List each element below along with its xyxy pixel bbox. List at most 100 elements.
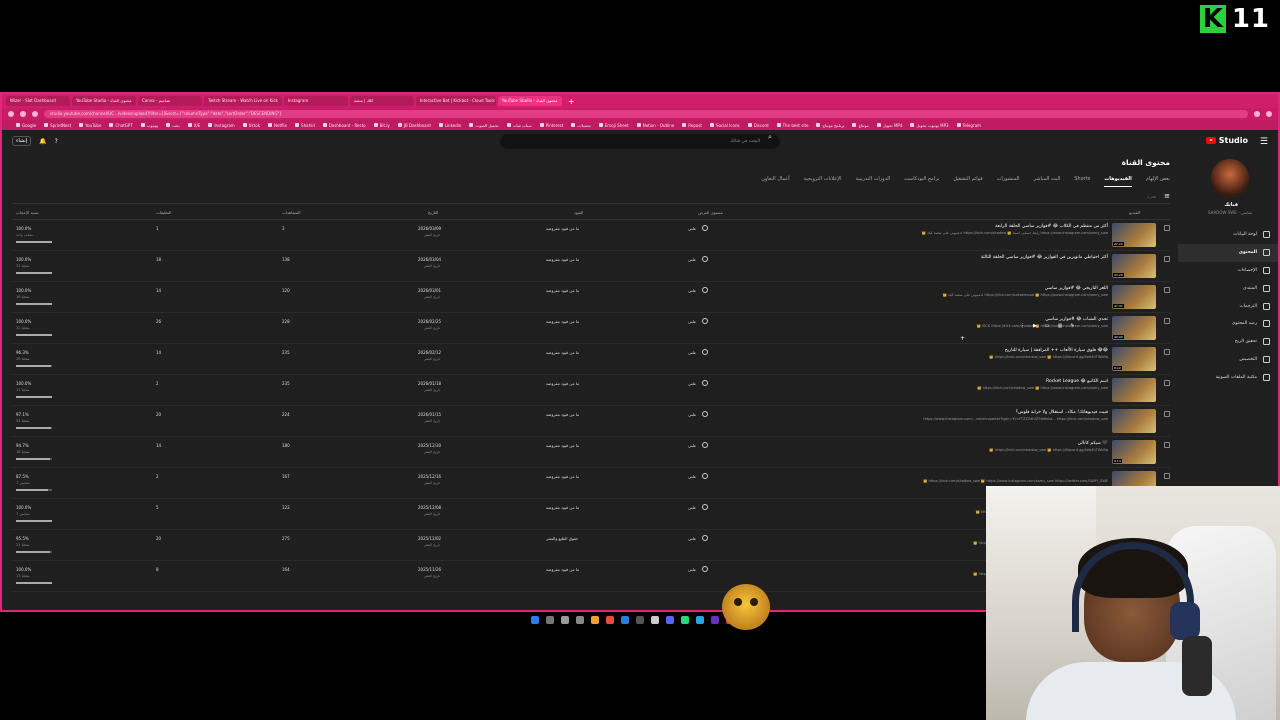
- visibility-value[interactable]: علني: [688, 288, 696, 293]
- comments-value[interactable]: 2: [156, 474, 159, 479]
- bookmark-item[interactable]: تحويل MP4: [876, 123, 902, 128]
- app-icon[interactable]: [711, 616, 719, 624]
- visibility-value[interactable]: علني: [688, 443, 696, 448]
- visibility-value[interactable]: علني: [688, 257, 696, 262]
- browser-tab[interactable]: Canva - تصاميم: [138, 96, 202, 106]
- content-tab[interactable]: قوائم التشغيل: [953, 176, 982, 187]
- search-taskbar-icon[interactable]: [546, 616, 554, 624]
- row-checkbox[interactable]: [1164, 256, 1170, 262]
- windows-start-icon[interactable]: [531, 616, 539, 624]
- sidebar-item[interactable]: الإحصاءات: [1178, 262, 1278, 280]
- create-button[interactable]: إنشاء: [12, 136, 32, 146]
- obs-icon[interactable]: [681, 616, 689, 624]
- row-checkbox[interactable]: [1164, 225, 1170, 231]
- comments-value[interactable]: 14: [156, 443, 161, 448]
- bookmark-item[interactable]: The best site: [776, 123, 808, 128]
- browser-tab[interactable]: YouTube Studio - محتوى القناة: [497, 96, 562, 106]
- notifications-icon[interactable]: 🔔: [39, 138, 46, 145]
- video-thumbnail[interactable]: [1112, 409, 1156, 433]
- app-icon[interactable]: [606, 616, 614, 624]
- bookmark-star-icon[interactable]: [1254, 111, 1260, 117]
- studio-logo[interactable]: Studio: [1205, 136, 1248, 145]
- bookmark-item[interactable]: برنامج مونتاج: [816, 123, 844, 128]
- sidebar-item[interactable]: رصد المحتوى: [1178, 315, 1278, 333]
- col-comments[interactable]: التعليقات: [156, 210, 171, 215]
- video-thumbnail[interactable]: 9:13: [1112, 440, 1156, 464]
- discord-icon[interactable]: [666, 616, 674, 624]
- bookmark-item[interactable]: ChatGPT: [109, 123, 133, 128]
- col-video[interactable]: الفيديو: [1129, 210, 1140, 215]
- content-tab[interactable]: Shorts: [1074, 176, 1090, 187]
- comments-value[interactable]: 2: [156, 381, 159, 386]
- browser-tab[interactable]: كلك | منصة: [349, 96, 414, 106]
- bookmark-item[interactable]: Discord: [747, 123, 769, 128]
- bookmark-item[interactable]: Instagram: [208, 123, 235, 128]
- visibility-value[interactable]: علني: [688, 381, 696, 386]
- sidebar-item[interactable]: الترجمات: [1178, 297, 1278, 315]
- content-tab[interactable]: المنشورات: [997, 176, 1020, 187]
- table-row[interactable]: قبيت فيديوهاتك! مكاد.. استقلال ولا خرابة…: [12, 406, 1170, 437]
- comments-value[interactable]: 14: [156, 350, 161, 355]
- bookmark-item[interactable]: Bit.ly: [373, 123, 390, 128]
- table-row[interactable]: Rocket League 😂 اسم الكانيو 👑 https://kic…: [12, 375, 1170, 406]
- sidebar-item[interactable]: لوحة البيانات: [1178, 226, 1278, 244]
- video-title[interactable]: أكثر من منتظم في الكلاب 😂 #فوازير ساسي ا…: [995, 224, 1108, 229]
- table-row[interactable]: 22:22 أكثر من منتظم في الكلاب 😂 #فوازير س…: [12, 220, 1170, 251]
- bookmark-item[interactable]: Google: [16, 123, 36, 128]
- menu-icon[interactable]: ☰: [1260, 137, 1268, 147]
- col-date[interactable]: التاريخ: [428, 210, 438, 215]
- bookmark-item[interactable]: مونتاج: [852, 123, 869, 128]
- row-checkbox[interactable]: [1164, 380, 1170, 386]
- video-title[interactable]: اللغز التاريخي 😂 #فوازير ساسي: [1045, 286, 1108, 291]
- visibility-value[interactable]: علني: [688, 474, 696, 479]
- comments-value[interactable]: 26: [156, 319, 161, 324]
- terminal-icon[interactable]: [576, 616, 584, 624]
- forward-icon[interactable]: [20, 111, 26, 117]
- browser-tab[interactable]: YouTube Studio - محتوى القناة: [72, 96, 136, 106]
- sidebar-item[interactable]: المنتدى: [1178, 279, 1278, 297]
- col-visibility[interactable]: مستوى العرض: [698, 210, 723, 215]
- browser-tab[interactable]: Wizer - Slot Dashboard: [6, 96, 70, 106]
- video-title[interactable]: فلوق سيارة الألعاب ++ المرافقة | سيارة ل…: [1005, 348, 1108, 353]
- bookmark-item[interactable]: Shahid: [295, 123, 315, 128]
- comments-value[interactable]: 14: [156, 288, 161, 293]
- url-input[interactable]: studio.youtube.com/channel/UC.../videos/…: [44, 110, 1248, 118]
- video-thumbnail[interactable]: [1112, 378, 1156, 402]
- visibility-value[interactable]: علني: [688, 226, 696, 231]
- content-tab[interactable]: أعمال التعاون: [761, 176, 789, 187]
- back-icon[interactable]: [8, 111, 14, 117]
- bookmark-item[interactable]: بحث: [166, 123, 180, 128]
- bookmark-item[interactable]: Pinterest: [539, 123, 563, 128]
- video-title[interactable]: شيكم كانالي 🖤: [1078, 441, 1108, 446]
- bookmark-item[interactable]: يوتيوب: [140, 123, 158, 128]
- video-title[interactable]: Rocket League 😂 اسم الكانيو: [1046, 379, 1108, 384]
- help-icon[interactable]: ?: [55, 138, 58, 145]
- video-thumbnail[interactable]: 8:22: [1112, 347, 1156, 371]
- comments-value[interactable]: 20: [156, 412, 161, 417]
- more-options-icon[interactable]: ⋮: [1020, 323, 1025, 329]
- video-thumbnail[interactable]: 22:22: [1112, 223, 1156, 247]
- bookmark-item[interactable]: Netflix: [268, 123, 287, 128]
- channel-avatar[interactable]: [1210, 158, 1250, 198]
- new-tab-button[interactable]: +: [564, 97, 579, 106]
- bookmark-item[interactable]: X/E: [187, 123, 200, 128]
- browser-tab[interactable]: Interactive Bot | Kickbot - Cloud Tools: [415, 96, 496, 106]
- visibility-value[interactable]: علني: [688, 536, 696, 541]
- col-restrictions[interactable]: القيود: [574, 210, 583, 215]
- content-tab[interactable]: الدورات التدريبية: [856, 176, 891, 187]
- table-row[interactable]: 43:20 أكثر احتياطي ماتويرين في الفوازير 😂…: [12, 251, 1170, 282]
- bookmark-item[interactable]: تحميل الصوت: [469, 123, 499, 128]
- bookmark-item[interactable]: Dashboard - Resto: [322, 123, 366, 128]
- comments-value[interactable]: 18: [156, 257, 161, 262]
- bookmark-item[interactable]: Emoji Sheet: [598, 123, 629, 128]
- bookmark-item[interactable]: يوتيوب تحويل MP3: [910, 123, 949, 128]
- row-checkbox[interactable]: [1164, 442, 1170, 448]
- video-title[interactable]: أكثر احتياطي ماتويرين في الفوازير 😂 #فوا…: [981, 255, 1108, 260]
- video-title[interactable]: تحدي الشباب 😂 #فوازير ساسي: [1045, 317, 1108, 322]
- bookmark-item[interactable]: JB Dashboard: [397, 123, 431, 128]
- visibility-value[interactable]: علني: [688, 350, 696, 355]
- filter-icon[interactable]: ≡: [1164, 192, 1170, 200]
- visibility-value[interactable]: علني: [688, 505, 696, 510]
- row-checkbox[interactable]: [1164, 349, 1170, 355]
- telegram-icon[interactable]: [696, 616, 704, 624]
